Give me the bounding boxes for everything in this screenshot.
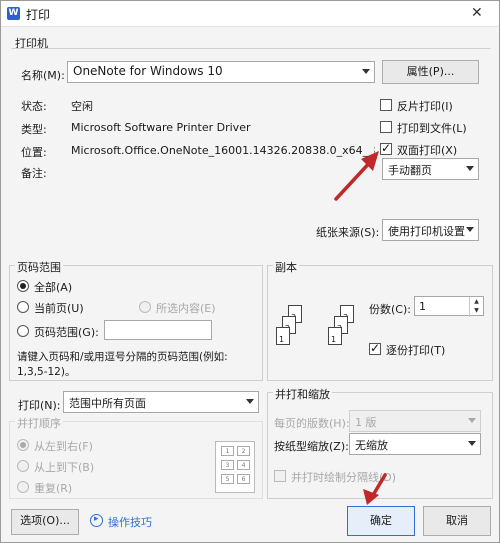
- copies-spinner[interactable]: ▲ ▼: [469, 297, 483, 317]
- window-title: 打印: [26, 8, 51, 22]
- preview-cell: 6: [237, 474, 250, 484]
- paper-source-select[interactable]: 使用打印机设置: [382, 219, 479, 241]
- paper-source-value: 使用打印机设置: [388, 225, 465, 238]
- printer-name-label: 名称(M):: [21, 69, 65, 82]
- collate-checkbox[interactable]: [369, 341, 381, 355]
- wps-app-icon: W: [7, 7, 20, 20]
- collate-order-title: 并打顺序: [15, 415, 63, 431]
- copies-count-input[interactable]: 1 ▲ ▼: [414, 296, 484, 317]
- printer-name-select[interactable]: OneNote for Windows 10: [67, 61, 375, 83]
- chevron-down-icon: [466, 227, 474, 232]
- copies-group: [267, 265, 493, 381]
- preview-cell: 4: [237, 460, 250, 470]
- tips-link[interactable]: 操作技巧: [108, 514, 152, 530]
- order-ttb-label: 从上到下(B): [34, 461, 95, 474]
- range-all-radio[interactable]: [17, 280, 29, 292]
- location-label: 位置:: [21, 146, 47, 159]
- order-repeat-radio[interactable]: [17, 481, 29, 493]
- type-label: 类型:: [21, 123, 47, 136]
- zoom-title: 并打和缩放: [273, 386, 332, 402]
- copy-page-icon: 1: [276, 327, 290, 345]
- scale-select[interactable]: 无缩放: [349, 433, 481, 455]
- status-value: 空闲: [71, 100, 93, 113]
- chevron-down-icon: [468, 418, 476, 423]
- spin-down-icon[interactable]: ▼: [470, 306, 483, 315]
- preview-cell: 3: [221, 460, 234, 470]
- play-icon[interactable]: ▸: [90, 514, 103, 527]
- draw-borders-checkbox[interactable]: [274, 470, 286, 482]
- print-what-label: 打印(N):: [18, 399, 61, 412]
- pages-per-sheet-value: 1 版: [355, 416, 377, 429]
- range-selection-radio[interactable]: [139, 301, 151, 313]
- scale-label: 按纸型缩放(Z):: [274, 440, 349, 453]
- range-pages-radio[interactable]: [17, 325, 29, 337]
- draw-borders-label: 并打时绘制分隔线(D): [291, 471, 397, 484]
- print-what-select[interactable]: 范围中所有页面: [63, 391, 259, 413]
- range-current-radio[interactable]: [17, 301, 29, 313]
- duplex-print-checkbox[interactable]: [380, 141, 392, 155]
- copy-page-icon: 1: [328, 327, 342, 345]
- scale-value: 无缩放: [355, 439, 388, 452]
- print-dialog: W 打印 ✕ 打印机 名称(M): OneNote for Windows 10…: [0, 0, 500, 543]
- order-ltr-label: 从左到右(F): [34, 440, 93, 453]
- print-what-value: 范围中所有页面: [69, 397, 146, 410]
- preview-cell: 2: [237, 446, 250, 456]
- range-selection-label: 所选内容(E): [156, 302, 216, 315]
- order-ttb-radio[interactable]: [17, 460, 29, 472]
- print-to-file-label: 打印到文件(L): [397, 122, 467, 135]
- pages-per-sheet-label: 每页的版数(H):: [274, 417, 350, 430]
- preview-cell: 5: [221, 474, 234, 484]
- spin-up-icon[interactable]: ▲: [470, 297, 483, 306]
- comment-label: 备注:: [21, 167, 47, 180]
- order-preview: 1 2 3 4 5 6: [215, 441, 255, 493]
- close-button[interactable]: ✕: [471, 5, 483, 21]
- order-repeat-label: 重复(R): [34, 482, 73, 495]
- copies-count-value: 1: [419, 300, 426, 313]
- range-current-label: 当前页(U): [34, 302, 84, 315]
- copies-count-label: 份数(C):: [369, 303, 411, 316]
- chevron-down-icon: [466, 166, 474, 171]
- range-all-label: 全部(A): [34, 281, 73, 294]
- order-ltr-radio[interactable]: [17, 439, 29, 451]
- location-value: Microsoft.Office.OneNote_16001.14326.208…: [71, 144, 375, 157]
- print-to-file-checkbox[interactable]: [380, 121, 392, 133]
- page-range-title: 页码范围: [15, 259, 63, 275]
- status-label: 状态:: [21, 100, 47, 113]
- preview-cell: 1: [221, 446, 234, 456]
- chevron-down-icon: [362, 69, 370, 74]
- options-button[interactable]: 选项(O)...: [11, 509, 79, 535]
- ok-button[interactable]: 确定: [347, 506, 415, 536]
- reverse-print-label: 反片打印(I): [397, 100, 453, 113]
- page-range-hint: 请键入页码和/或用逗号分隔的页码范围(例如:: [17, 351, 228, 363]
- chevron-down-icon: [468, 441, 476, 446]
- properties-button[interactable]: 属性(P)...: [382, 60, 479, 84]
- page-range-input[interactable]: [104, 320, 212, 340]
- page-range-hint-example: 1,3,5-12)。: [17, 366, 76, 378]
- cancel-button[interactable]: 取消: [423, 506, 491, 536]
- duplex-mode-select[interactable]: 手动翻页: [382, 158, 479, 180]
- duplex-print-label: 双面打印(X): [397, 144, 458, 157]
- paper-source-label: 纸张来源(S):: [316, 226, 380, 239]
- collate-label: 逐份打印(T): [386, 344, 446, 357]
- copies-title: 副本: [273, 259, 299, 275]
- printer-name-value: OneNote for Windows 10: [73, 64, 223, 78]
- duplex-mode-value: 手动翻页: [388, 164, 432, 177]
- type-value: Microsoft Software Printer Driver: [71, 121, 251, 134]
- pages-per-sheet-select[interactable]: 1 版: [349, 410, 481, 432]
- range-pages-label: 页码范围(G):: [34, 326, 99, 339]
- title-bar: W 打印 ✕: [1, 1, 499, 27]
- chevron-down-icon: [246, 399, 254, 404]
- reverse-print-checkbox[interactable]: [380, 99, 392, 111]
